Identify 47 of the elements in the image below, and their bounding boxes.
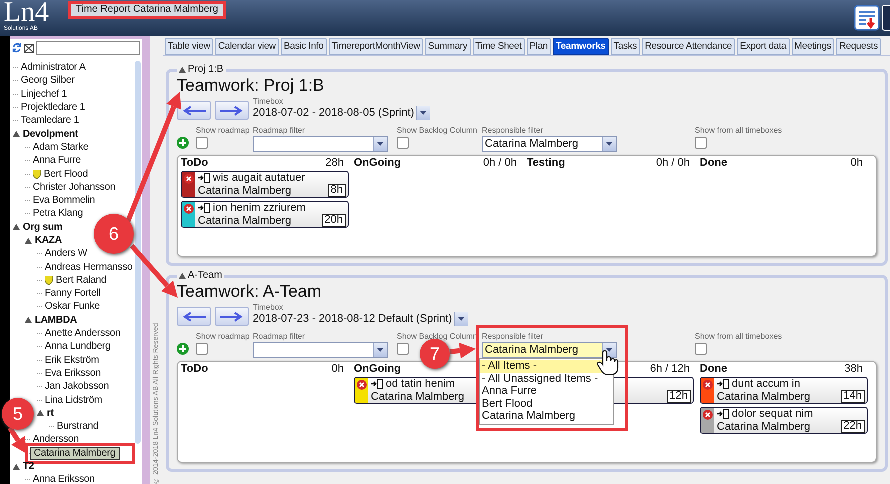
column-hours: 28h: [326, 156, 344, 172]
column-title: ToDo: [181, 156, 208, 172]
task-hours: 12h: [666, 390, 691, 403]
callout-badge: 7: [420, 339, 450, 369]
logo: Ln4: [4, 0, 50, 26]
panel-legend: A-Team: [188, 270, 222, 282]
task-title: wis augait autatuer: [213, 172, 306, 184]
task-hours: 22h: [840, 420, 865, 433]
window-title: Time Report Catarina Malmberg: [68, 1, 226, 19]
filter-label: Responsible filter: [482, 332, 544, 341]
task-assignee: Catarina Malmberg: [198, 214, 292, 226]
task-hours: 8h: [328, 184, 346, 197]
column-hours: 38h: [844, 362, 863, 378]
column-hours: 0h / 0h: [656, 156, 690, 172]
task-assignee: Catarina Malmberg: [198, 184, 292, 196]
task-title: dunt accum in: [732, 378, 800, 390]
timebox-label: Timebox: [253, 303, 284, 312]
task-title: dolor sequat nim: [732, 408, 814, 420]
column-hours: 6h / 12h: [650, 362, 690, 378]
filter-label: Show roadmap: [196, 332, 251, 341]
teamwork-title: Teamwork: Proj 1:B: [177, 76, 324, 96]
filter-label: Roadmap filter: [253, 126, 306, 135]
panel-legend: Proj 1:B: [188, 64, 224, 76]
task-hours: 14h: [840, 390, 865, 403]
task-assignee: Catarina Malmberg: [717, 390, 811, 402]
task-title: od tatin henim: [386, 378, 456, 390]
column-title: ToDo: [181, 362, 208, 378]
task-hours: 20h: [322, 214, 346, 227]
task-assignee: Catarina Malmberg: [717, 420, 811, 432]
task-assignee: Catarina Malmberg: [371, 390, 465, 403]
column-title: Done: [700, 156, 728, 172]
column-title: OnGoing: [354, 362, 402, 378]
column-hours: 0h: [850, 156, 863, 172]
column-hours: 0h / 0h: [483, 156, 517, 172]
timebox-label: Timebox: [253, 97, 284, 106]
column-hours: 0h: [332, 362, 344, 378]
filter-label: Show roadmap: [196, 126, 251, 135]
filter-label: Show Backlog Column: [397, 126, 478, 135]
filter-label: Show from all timeboxes: [695, 126, 782, 135]
filter-label: Show from all timeboxes: [695, 332, 782, 341]
column-title: OnGoing: [354, 156, 402, 172]
filter-label: Responsible filter: [482, 126, 544, 135]
teamwork-title: Teamwork: A-Team: [177, 282, 322, 302]
column-title: Done: [700, 362, 728, 378]
column-title: Testing: [527, 156, 566, 172]
task-title: ion henim zzriurem: [213, 202, 306, 214]
filter-label: Roadmap filter: [253, 332, 306, 341]
